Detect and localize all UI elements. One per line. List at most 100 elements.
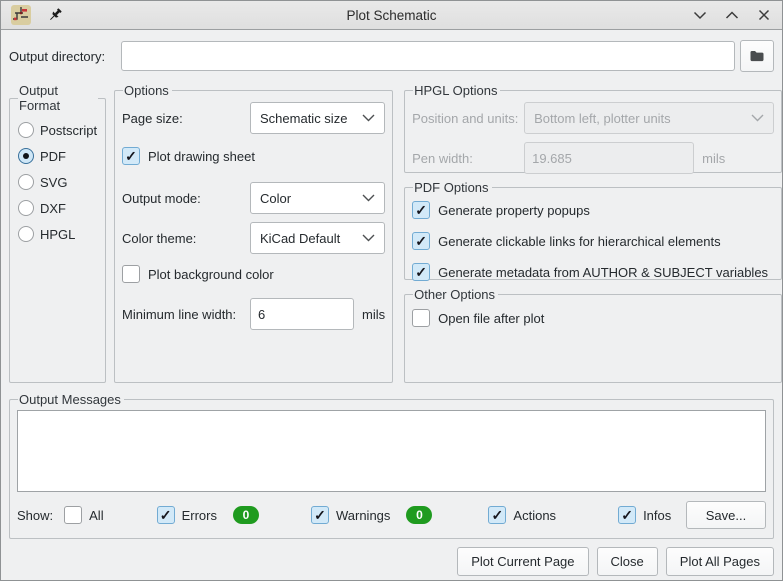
filter-label: Actions — [513, 508, 556, 523]
checkbox-icon — [412, 201, 430, 219]
options-group: Options Page size: Schematic size Plot d… — [114, 83, 393, 383]
filter-label: All — [89, 508, 103, 523]
radio-icon — [18, 200, 34, 216]
output-mode-select[interactable]: Color — [250, 182, 385, 214]
open-file-after-plot-checkbox[interactable]: Open file after plot — [412, 308, 774, 328]
page-size-value: Schematic size — [260, 111, 347, 126]
plot-background-color-checkbox[interactable]: Plot background color — [122, 264, 385, 284]
filter-errors-checkbox[interactable]: Errors 0 — [157, 506, 259, 524]
checkbox-icon — [122, 265, 140, 283]
chevron-up-icon — [725, 11, 739, 20]
radio-icon — [18, 122, 34, 138]
pdf-options-title: PDF Options — [413, 180, 491, 195]
output-messages-title: Output Messages — [18, 392, 124, 407]
filter-label: Warnings — [336, 508, 390, 523]
chevron-down-icon — [362, 194, 375, 202]
page-size-label: Page size: — [122, 111, 250, 126]
close-icon — [758, 9, 770, 21]
output-directory-input[interactable] — [121, 41, 735, 71]
warnings-count-badge: 0 — [406, 506, 432, 524]
window-title: Plot Schematic — [1, 8, 782, 23]
checkbox-icon — [488, 506, 506, 524]
radio-label: PDF — [40, 149, 66, 164]
output-directory-label: Output directory: — [9, 49, 121, 64]
plot-drawing-sheet-checkbox[interactable]: Plot drawing sheet — [122, 146, 385, 166]
pdf-options-group: PDF Options Generate property popups Gen… — [404, 180, 782, 280]
generate-clickable-links-checkbox[interactable]: Generate clickable links for hierarchica… — [412, 231, 774, 251]
chevron-down-icon — [693, 11, 707, 20]
checkbox-icon — [311, 506, 329, 524]
checkbox-icon — [157, 506, 175, 524]
page-size-select[interactable]: Schematic size — [250, 102, 385, 134]
min-line-width-input[interactable] — [250, 298, 354, 330]
filter-label: Infos — [643, 508, 671, 523]
hpgl-options-title: HPGL Options — [413, 83, 500, 98]
checkbox-icon — [64, 506, 82, 524]
filter-all-checkbox[interactable]: All — [64, 506, 103, 524]
filter-infos-checkbox[interactable]: Infos — [618, 506, 671, 524]
radio-pdf[interactable]: PDF — [17, 145, 98, 167]
position-units-label: Position and units: — [412, 111, 524, 126]
radio-icon — [18, 174, 34, 190]
pen-width-units: mils — [702, 151, 725, 166]
chevron-down-icon — [362, 114, 375, 122]
checkbox-icon — [412, 232, 430, 250]
plot-schematic-dialog: Plot Schematic Output directory: — [0, 0, 783, 581]
output-format-group: Output Format Postscript PDF SVG DXF — [9, 83, 106, 383]
chevron-down-icon — [362, 234, 375, 242]
filter-label: Errors — [182, 508, 217, 523]
close-button[interactable]: Close — [597, 547, 658, 576]
filter-actions-checkbox[interactable]: Actions — [488, 506, 556, 524]
output-messages-panel[interactable] — [17, 410, 766, 492]
color-theme-select[interactable]: KiCad Default — [250, 222, 385, 254]
generate-property-popups-checkbox[interactable]: Generate property popups — [412, 200, 774, 220]
output-messages-group: Output Messages Show: All Errors 0 Warni… — [9, 392, 774, 539]
hpgl-options-group: HPGL Options Position and units: Bottom … — [404, 83, 782, 173]
radio-label: SVG — [40, 175, 67, 190]
output-mode-label: Output mode: — [122, 191, 250, 206]
checkbox-label: Generate clickable links for hierarchica… — [438, 234, 721, 249]
checkbox-label: Open file after plot — [438, 311, 544, 326]
checkbox-icon — [412, 263, 430, 281]
window-maximize-button[interactable] — [724, 7, 740, 23]
browse-output-directory-button[interactable] — [740, 40, 774, 72]
plot-all-pages-button[interactable]: Plot All Pages — [666, 547, 774, 576]
checkbox-label: Plot background color — [148, 267, 274, 282]
position-units-select: Bottom left, plotter units — [524, 102, 774, 134]
output-mode-value: Color — [260, 191, 291, 206]
save-messages-button[interactable]: Save... — [686, 501, 766, 529]
app-icon — [11, 5, 31, 25]
options-title: Options — [123, 83, 172, 98]
output-format-title: Output Format — [18, 83, 98, 113]
color-theme-label: Color theme: — [122, 231, 250, 246]
checkbox-label: Plot drawing sheet — [148, 149, 255, 164]
filter-warnings-checkbox[interactable]: Warnings 0 — [311, 506, 432, 524]
show-label: Show: — [17, 508, 53, 523]
chevron-down-icon — [751, 114, 764, 122]
radio-svg[interactable]: SVG — [17, 171, 98, 193]
radio-label: DXF — [40, 201, 66, 216]
other-options-group: Other Options Open file after plot — [404, 287, 782, 383]
checkbox-label: Generate metadata from AUTHOR & SUBJECT … — [438, 265, 768, 280]
color-theme-value: KiCad Default — [260, 231, 340, 246]
checkbox-icon — [412, 309, 430, 327]
position-units-value: Bottom left, plotter units — [534, 111, 671, 126]
plot-current-page-button[interactable]: Plot Current Page — [457, 547, 588, 576]
window-close-button[interactable] — [756, 7, 772, 23]
radio-dxf[interactable]: DXF — [17, 197, 98, 219]
checkbox-icon — [618, 506, 636, 524]
errors-count-badge: 0 — [233, 506, 259, 524]
radio-icon — [18, 226, 34, 242]
window-titlebar: Plot Schematic — [1, 1, 782, 30]
folder-icon — [749, 48, 765, 64]
min-line-width-units: mils — [362, 307, 385, 322]
min-line-width-label: Minimum line width: — [122, 307, 250, 322]
radio-postscript[interactable]: Postscript — [17, 119, 98, 141]
radio-label: HPGL — [40, 227, 75, 242]
generate-metadata-checkbox[interactable]: Generate metadata from AUTHOR & SUBJECT … — [412, 262, 774, 282]
pen-width-label: Pen width: — [412, 151, 524, 166]
pin-icon[interactable] — [45, 5, 65, 25]
window-minimize-button[interactable] — [692, 7, 708, 23]
checkbox-label: Generate property popups — [438, 203, 590, 218]
radio-hpgl[interactable]: HPGL — [17, 223, 98, 245]
